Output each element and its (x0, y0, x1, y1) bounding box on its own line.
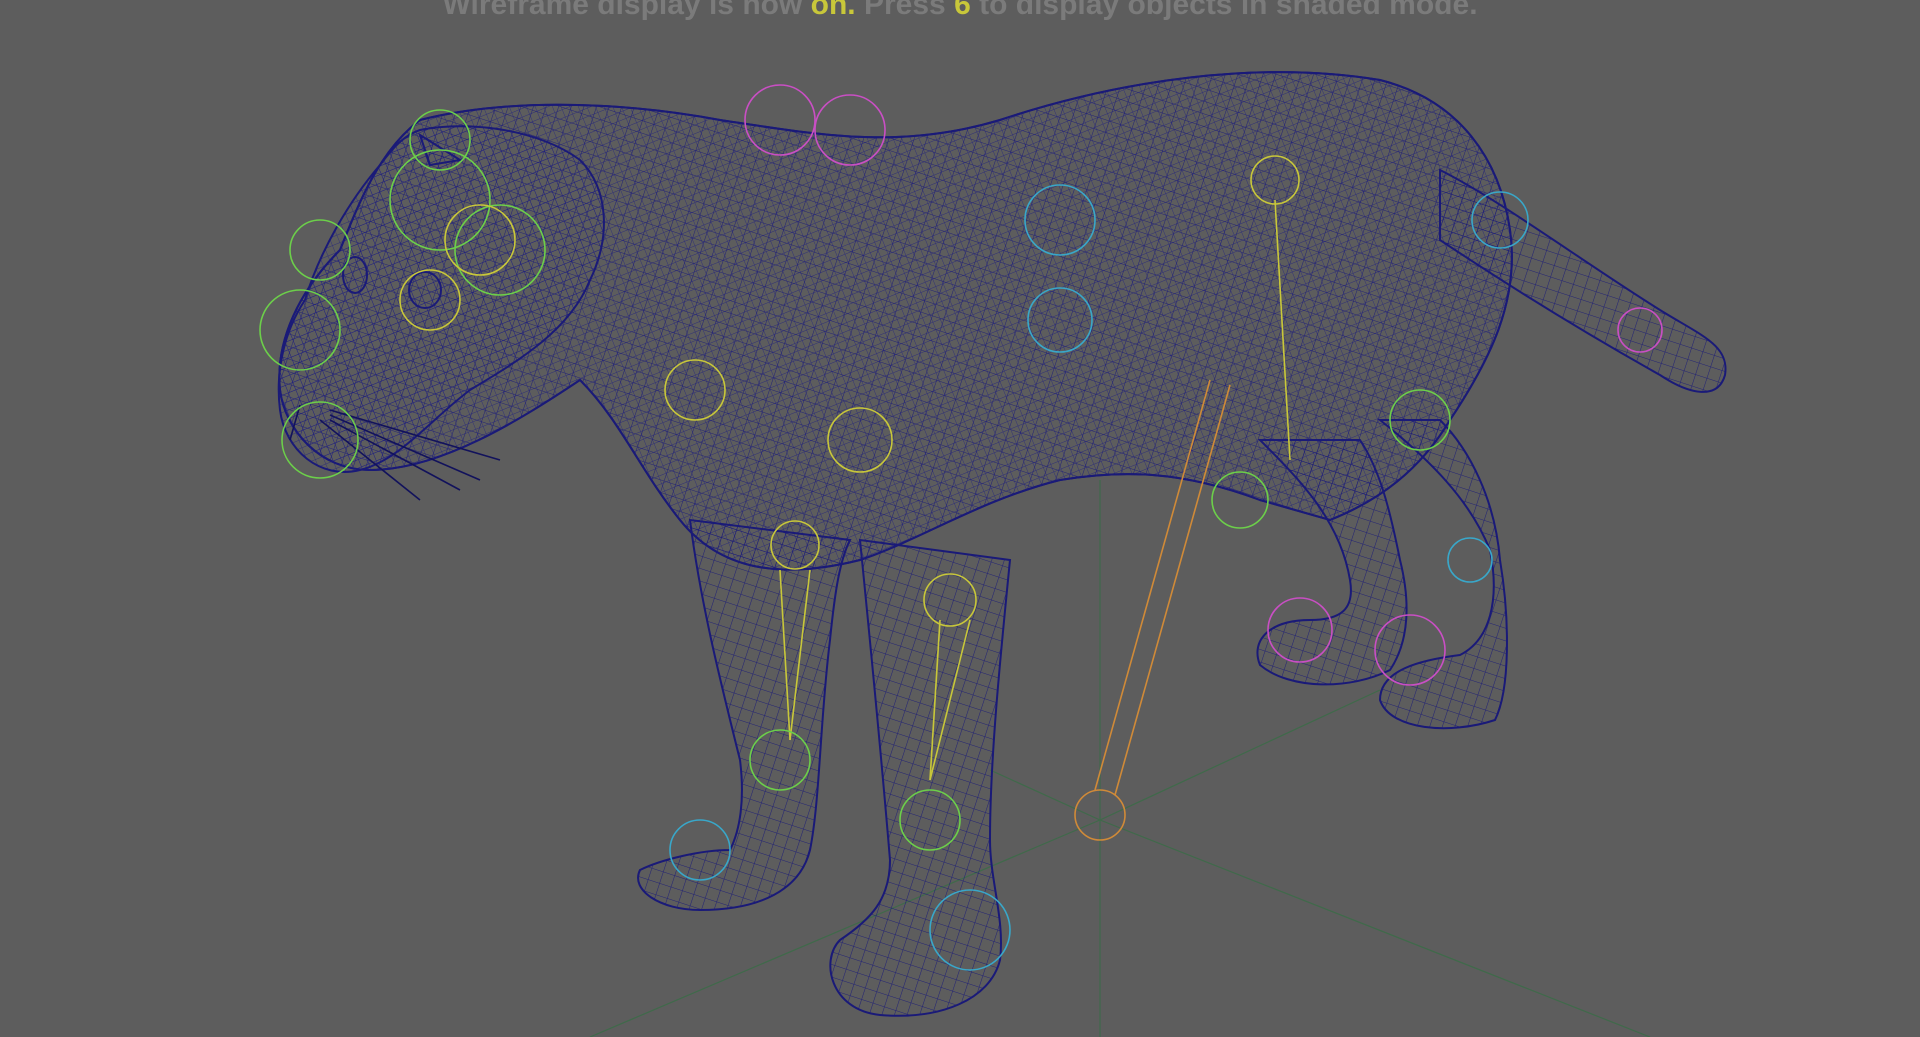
3d-viewport[interactable]: Wireframe display is now on. Press 6 to … (0, 0, 1920, 1037)
front-leg-right-mesh (829, 538, 1012, 1017)
panther-mesh[interactable] (277, 71, 1727, 1017)
scene-canvas[interactable] (0, 0, 1920, 1037)
